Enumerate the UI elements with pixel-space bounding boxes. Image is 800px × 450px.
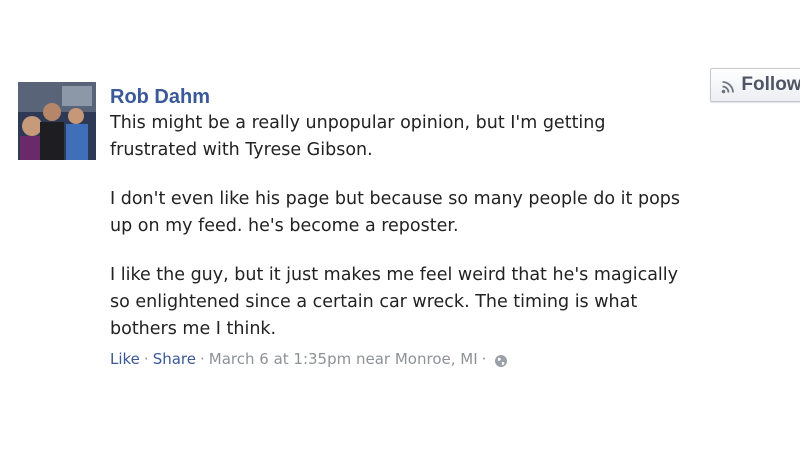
globe-icon[interactable] [494, 352, 508, 367]
avatar[interactable] [18, 82, 96, 160]
follow-label: Follow [741, 74, 800, 95]
author-name[interactable]: Rob Dahm [110, 84, 750, 110]
footer-separator: · [143, 350, 149, 368]
post-paragraph-1: This might be a really unpopular opinion… [110, 113, 606, 160]
footer-separator: · [481, 350, 487, 368]
follow-button[interactable]: Follow [710, 68, 800, 102]
rss-icon [721, 78, 735, 94]
like-link[interactable]: Like [110, 348, 140, 370]
footer-separator: · [199, 350, 205, 368]
post-content: Rob Dahm Follow This might be a really u… [110, 68, 800, 370]
post-timestamp[interactable]: March 6 at 1:35pm near Monroe, MI [209, 348, 478, 370]
post-footer: Like · Share · March 6 at 1:35pm near Mo… [110, 348, 750, 370]
post-paragraph-3: I like the guy, but it just makes me fee… [110, 265, 678, 339]
post-paragraph-2: I don't even like his page but because s… [110, 189, 681, 236]
avatar-photo [18, 82, 96, 160]
share-link[interactable]: Share [153, 348, 196, 370]
